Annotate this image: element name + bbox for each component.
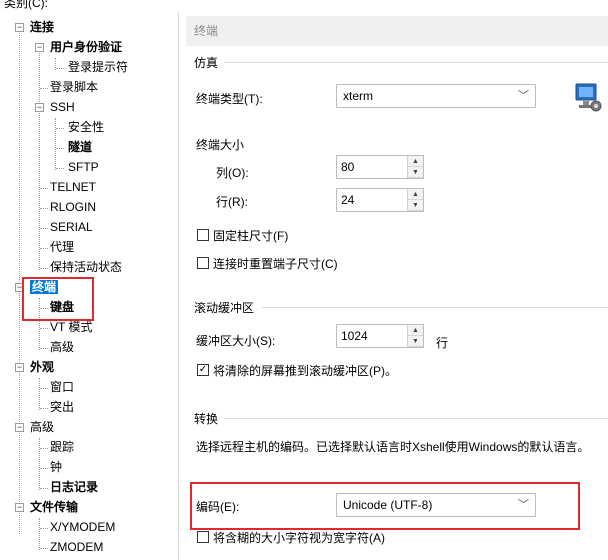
tree-tunnel[interactable]: 隧道	[68, 138, 92, 156]
tree-telnet[interactable]: TELNET	[50, 178, 96, 196]
tree-connection[interactable]: 连接	[30, 18, 54, 36]
tree-proxy[interactable]: 代理	[50, 238, 74, 256]
panel-header: 终端	[186, 16, 608, 46]
reset-size-checkbox[interactable]	[197, 257, 209, 269]
tree-appearance[interactable]: 外观	[30, 358, 54, 376]
conversion-title: 转换	[194, 412, 219, 426]
buffer-size-label: 缓冲区大小(S):	[196, 334, 276, 348]
chevron-down-icon: ﹀	[518, 90, 529, 102]
tree-terminal-advanced[interactable]: 高级	[50, 338, 74, 356]
tree-window[interactable]: 窗口	[50, 378, 74, 396]
fixed-size-checkbox[interactable]	[197, 229, 209, 241]
monitor-icon	[575, 83, 602, 112]
tree-log[interactable]: 日志记录	[50, 478, 98, 496]
category-label: 类别(C):	[4, 0, 48, 10]
cols-label: 列(O):	[216, 166, 249, 180]
collapse-advanced-icon[interactable]: −	[15, 423, 24, 432]
terminal-type-select[interactable]: xterm ﹀	[336, 84, 536, 108]
collapse-connection-icon[interactable]: −	[15, 23, 24, 32]
tree-user-auth[interactable]: 用户身份验证	[50, 38, 122, 56]
rows-label: 行(R):	[216, 195, 248, 209]
cols-up-icon[interactable]: ▲	[408, 156, 423, 167]
tree-bell[interactable]: 钟	[50, 458, 62, 476]
rows-stepper[interactable]: 24 ▲ ▼	[336, 188, 424, 212]
terminal-type-label: 终端类型(T):	[196, 92, 263, 106]
ambiguous-width-label: 将含糊的大小字符视为宽字符(A)	[213, 531, 385, 545]
reset-size-label: 连接时重置端子尺寸(C)	[213, 257, 338, 271]
buffer-size-stepper[interactable]: 1024 ▲ ▼	[336, 324, 424, 348]
collapse-ssh-icon[interactable]: −	[35, 103, 44, 112]
terminal-size-title: 终端大小	[196, 138, 245, 152]
buffer-unit: 行	[436, 336, 449, 350]
tree-rlogin[interactable]: RLOGIN	[50, 198, 96, 216]
tree-serial[interactable]: SERIAL	[50, 218, 93, 236]
tree-highlight[interactable]: 突出	[50, 398, 74, 416]
conversion-description: 选择远程主机的编码。已选择默认语言时Xshell使用Windows的默认语言。	[196, 440, 590, 454]
cols-stepper[interactable]: 80 ▲ ▼	[336, 155, 424, 179]
collapse-appearance-icon[interactable]: −	[15, 363, 24, 372]
tree-file-transfer[interactable]: 文件传输	[30, 498, 78, 516]
push-cleared-label: 将清除的屏幕推到滚动缓冲区(P)。	[213, 364, 397, 378]
tree-login-prompt[interactable]: 登录提示符	[68, 58, 128, 76]
tree-ssh[interactable]: SSH	[50, 98, 75, 116]
rows-down-icon[interactable]: ▼	[408, 200, 423, 211]
encoding-highlight-box	[190, 482, 580, 530]
tree-security[interactable]: 安全性	[68, 118, 104, 136]
emulation-title: 仿真	[194, 56, 219, 70]
collapse-file-transfer-icon[interactable]: −	[15, 503, 24, 512]
terminal-highlight-box	[22, 277, 94, 321]
rows-up-icon[interactable]: ▲	[408, 189, 423, 200]
category-tree[interactable]: − 连接 − 用户身份验证 登录提示符 登录脚本 − SSH 安全性 隧道 SF…	[0, 12, 179, 560]
ambiguous-width-checkbox[interactable]	[197, 531, 209, 543]
tree-advanced[interactable]: 高级	[30, 418, 54, 436]
tree-zmodem[interactable]: ZMODEM	[50, 538, 103, 556]
fixed-size-label: 固定柱尺寸(F)	[213, 229, 289, 243]
tree-trace[interactable]: 跟踪	[50, 438, 74, 456]
tree-login-script[interactable]: 登录脚本	[50, 78, 98, 96]
push-cleared-checkbox[interactable]: ✓	[197, 364, 209, 376]
tree-keepalive[interactable]: 保持活动状态	[50, 258, 122, 276]
collapse-user-auth-icon[interactable]: −	[35, 43, 44, 52]
tree-sftp[interactable]: SFTP	[68, 158, 99, 176]
cols-down-icon[interactable]: ▼	[408, 167, 423, 178]
scroll-buffer-title: 滚动缓冲区	[194, 301, 255, 315]
buffer-up-icon[interactable]: ▲	[408, 325, 423, 336]
terminal-settings-panel: 终端 仿真 终端类型(T): xterm ﹀ 终端大小 列(O): 80 ▲ ▼ …	[186, 12, 608, 560]
buffer-down-icon[interactable]: ▼	[408, 336, 423, 347]
tree-xymodem[interactable]: X/YMODEM	[50, 518, 115, 536]
